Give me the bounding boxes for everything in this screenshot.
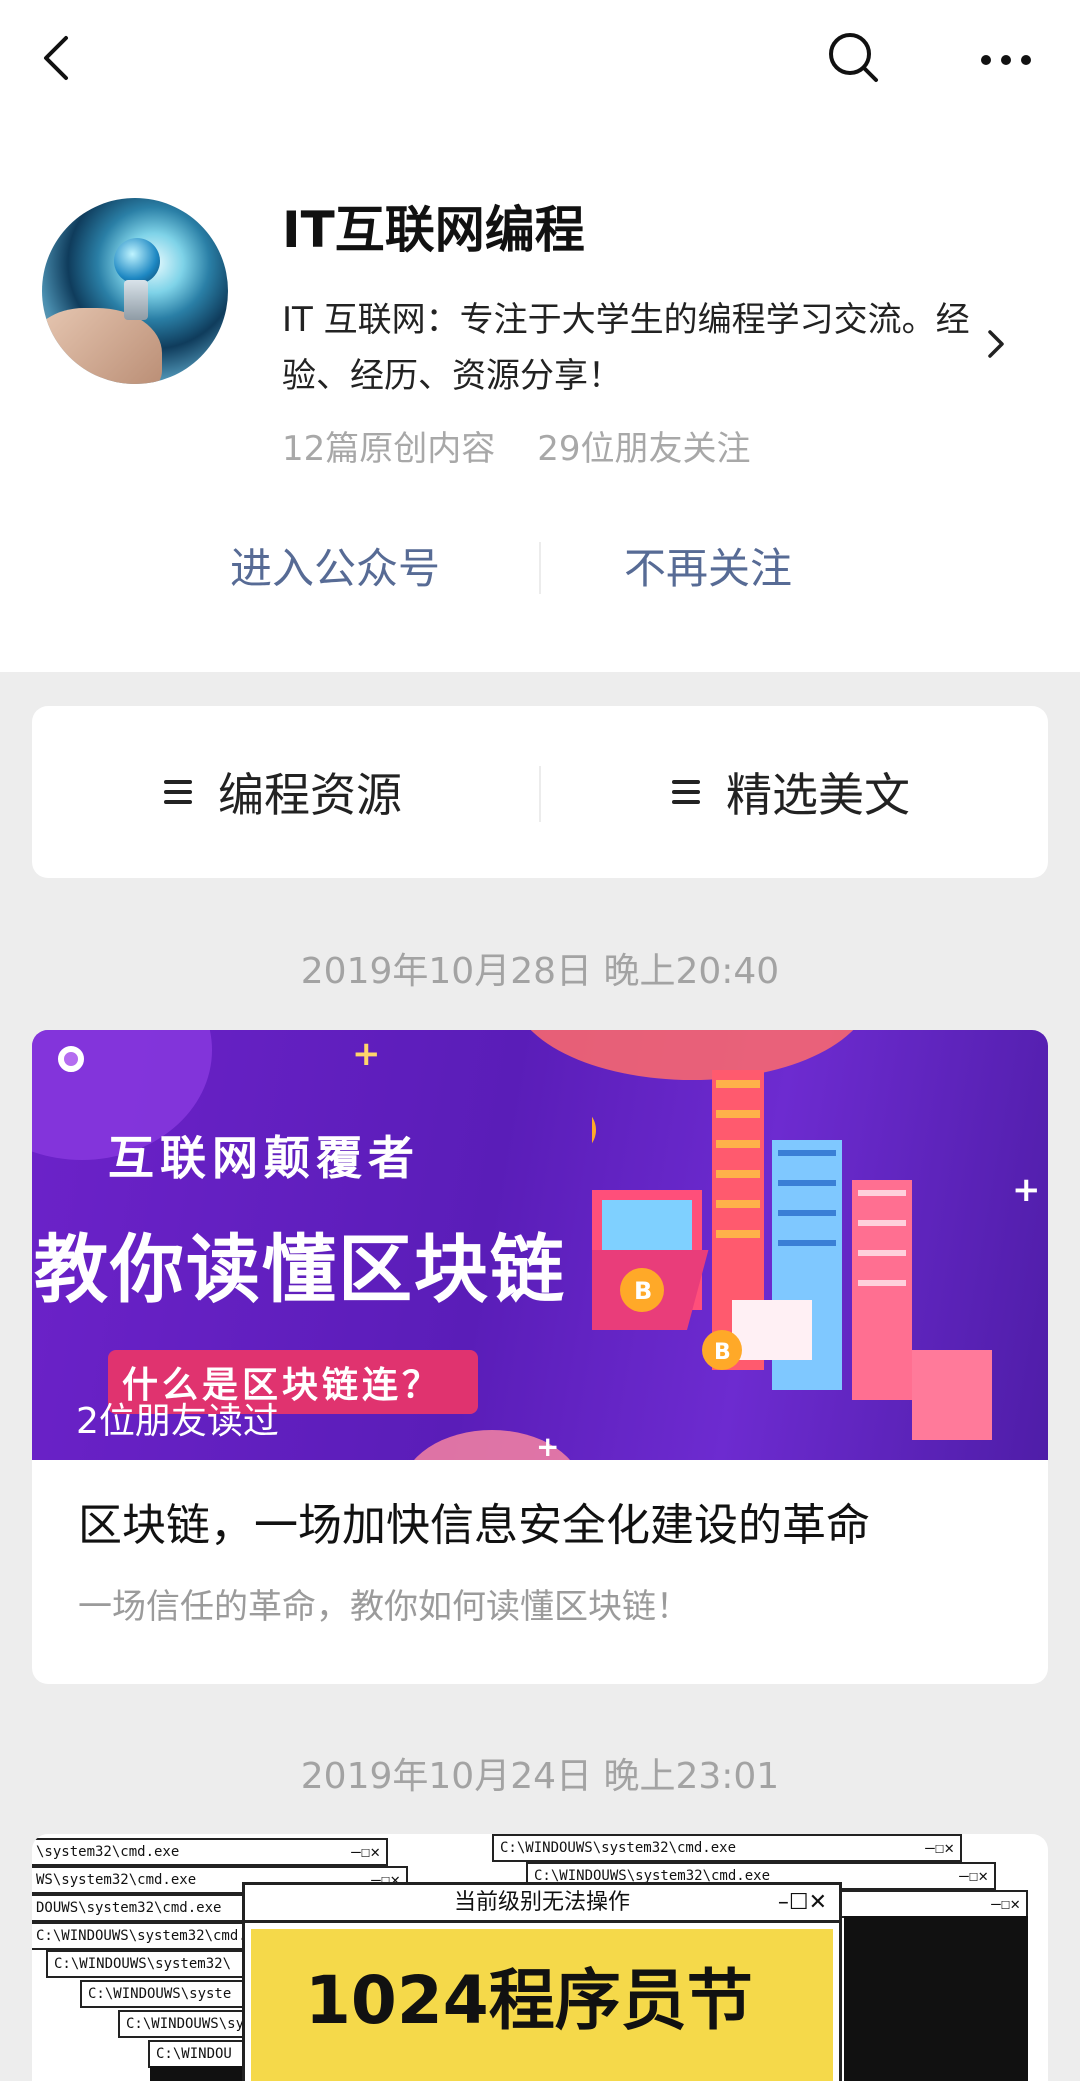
cmd-window: \system32\cmd.exe –☐✕ [32,1838,388,1866]
cmd-window: C:\WINDOUWS\sy [118,2010,258,2038]
article-title[interactable]: 区块链，一场加快信息安全化建设的革命 [78,1496,870,1556]
account-menu: 编程资源 精选美文 [32,706,1048,878]
svg-text:B: B [714,1340,731,1365]
divider [539,542,541,594]
enter-account-button[interactable]: 进入公众号 [230,538,440,600]
menu-icon [164,774,192,810]
cmd-window: C:\WINDOUWS\system32\ [46,1950,258,1978]
menu-item-label: 编程资源 [218,768,402,822]
blockchain-city-illustration: B B B B [592,1070,992,1440]
more-icon[interactable] [976,40,1036,80]
menu-item-programming-resources[interactable]: 编程资源 [164,706,402,878]
account-description[interactable]: IT 互联网：专注于大学生的编程学习交流。经验、经历、资源分享！ [282,292,1002,404]
avatar[interactable] [42,198,228,384]
menu-item-selected-articles[interactable]: 精选美文 [672,706,910,878]
circle-icon [58,1046,84,1072]
search-icon[interactable] [826,30,882,86]
account-name: IT互联网编程 [282,201,585,259]
poster-window: 当前级别无法操作 –☐✕ 1024程序员节 [242,1882,842,2081]
cmd-window: C:\WINDOUWS\system32\cmd. [32,1922,258,1950]
account-stats: 12篇原创内容 29位朋友关注 [282,424,751,474]
poster-title-bar: 当前级别无法操作 –☐✕ [245,1885,839,1923]
terminal-body [844,1916,1028,2081]
cover-heading-small: 互联网颠覆者 [108,1131,420,1185]
menu-item-label: 精选美文 [726,768,910,822]
cmd-window: C:\WINDOUWS\system32\cmd.exe –☐✕ [492,1834,962,1862]
post-date: 2019年10月28日 晚上20:40 [300,951,780,992]
unfollow-button[interactable]: 不再关注 [624,538,792,600]
cover-heading-large: 教你读懂区块链 [34,1227,566,1313]
account-header: IT互联网编程 IT 互联网：专注于大学生的编程学习交流。经验、经历、资源分享！… [0,0,1080,672]
cmd-window: C:\WINDOUWS\syste [80,1980,260,2008]
poster-heading: 1024程序员节 [305,1962,753,2039]
article-card[interactable]: \system32\cmd.exe –☐✕ WS\system32\cmd.exe… [32,1834,1048,2081]
friends-following: 29位朋友关注 [537,429,751,469]
article-card[interactable]: + + + B B B B 互联网颠覆者 教你读懂区块链 什么是区块链连 [32,1030,1048,1684]
article-cover-image[interactable]: + + + B B B B 互联网颠覆者 教你读懂区块链 什么是区块链连 [32,1030,1048,1460]
chevron-right-icon[interactable] [984,326,1008,362]
original-count: 12篇原创内容 [282,429,496,469]
article-summary: 一场信任的革命，教你如何读懂区块链！ [78,1587,690,1627]
plus-icon: + [536,1430,560,1460]
divider [539,766,541,822]
plus-icon: + [352,1034,381,1074]
friends-read-count: 2位朋友读过 [76,1401,279,1442]
post-date: 2019年10月24日 晚上23:01 [300,1756,780,1797]
menu-icon [672,774,700,810]
chevron-left-icon[interactable] [34,32,78,84]
svg-text:B: B [634,1277,652,1305]
